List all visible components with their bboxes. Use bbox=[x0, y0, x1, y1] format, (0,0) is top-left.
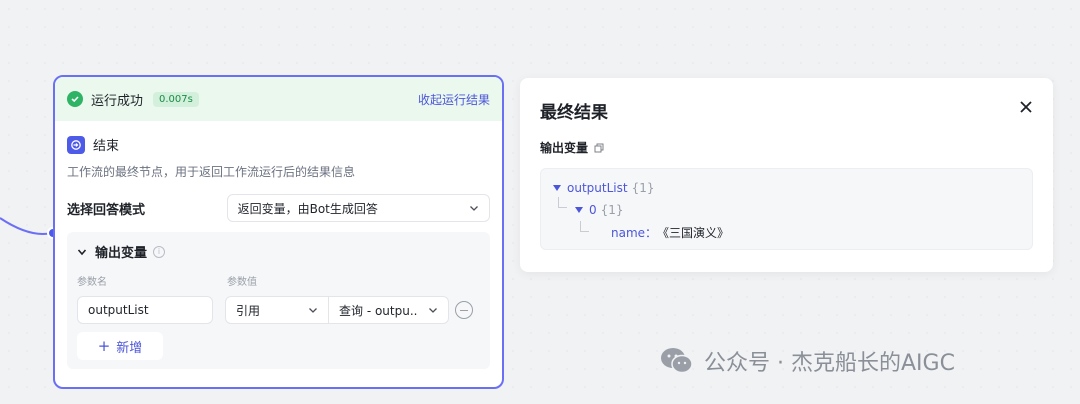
param-name-input[interactable]: outputList bbox=[77, 296, 213, 324]
ref-type-select[interactable]: 引用 bbox=[225, 296, 329, 324]
output-variables-panel: 输出变量 i 参数名 参数值 outputList 引用 查询 - outpu.… bbox=[67, 232, 490, 369]
tree-root-count: {1} bbox=[631, 181, 655, 195]
node-title: 结束 bbox=[93, 139, 120, 154]
tree-root-key: outputList bbox=[567, 181, 628, 195]
tree-child-key: 0 bbox=[589, 203, 597, 217]
chevron-down-icon bbox=[309, 308, 317, 313]
tree-node-root[interactable]: outputList {1} bbox=[553, 177, 1020, 199]
end-node-icon bbox=[67, 135, 85, 154]
copy-icon[interactable] bbox=[594, 143, 604, 153]
tree-leaf-value: 《三国演义》 bbox=[657, 225, 730, 240]
chevron-down-icon bbox=[470, 206, 478, 211]
tree-child-count: {1} bbox=[600, 203, 624, 217]
answer-mode-select[interactable]: 返回变量，由Bot生成回答 bbox=[226, 194, 490, 222]
node-header: 结束 bbox=[55, 121, 502, 154]
watermark: 公众号 · 杰克船长的AIGC bbox=[660, 345, 955, 377]
triangle-down-icon bbox=[575, 207, 583, 213]
ref-type-value: 引用 bbox=[236, 303, 261, 318]
collapse-results-link[interactable]: 收起运行结果 bbox=[418, 91, 490, 108]
remove-param-button[interactable] bbox=[455, 301, 473, 319]
final-result-panel: 最终结果 输出变量 outputList {1} 0 {1} name： 《三国… bbox=[520, 78, 1053, 272]
param-row: outputList 引用 查询 - outpu.. bbox=[77, 296, 480, 324]
close-icon[interactable] bbox=[1019, 100, 1033, 114]
triangle-down-icon bbox=[553, 185, 561, 191]
json-tree-view: outputList {1} 0 {1} name： 《三国演义》 bbox=[540, 168, 1033, 250]
param-column-headers: 参数名 参数值 bbox=[77, 273, 480, 288]
run-status-bar: 运行成功 0.007s 收起运行结果 bbox=[55, 77, 502, 121]
node-description: 工作流的最终节点，用于返回工作流运行后的结果信息 bbox=[67, 165, 356, 179]
col-param-name: 参数名 bbox=[77, 277, 107, 288]
col-param-value: 参数值 bbox=[227, 277, 257, 288]
answer-mode-row: 选择回答模式 返回变量，由Bot生成回答 bbox=[55, 180, 502, 222]
watermark-text: 公众号 · 杰克船长的AIGC bbox=[704, 351, 955, 376]
output-variables-title: 输出变量 bbox=[95, 246, 148, 261]
add-param-button[interactable]: + 新增 bbox=[77, 332, 163, 360]
chevron-down-icon bbox=[429, 308, 437, 313]
tree-node-leaf: name： 《三国演义》 bbox=[553, 221, 1020, 243]
plus-icon: + bbox=[97, 337, 111, 355]
tree-node-child[interactable]: 0 {1} bbox=[553, 199, 1020, 221]
success-check-icon bbox=[67, 91, 83, 107]
output-variables-header[interactable]: 输出变量 i bbox=[77, 242, 480, 261]
ref-value-select[interactable]: 查询 - outpu.. bbox=[329, 296, 449, 324]
wechat-icon bbox=[661, 348, 693, 374]
result-output-label-row: 输出变量 bbox=[540, 139, 1033, 156]
run-status-text: 运行成功 bbox=[91, 93, 144, 109]
tree-guide-line bbox=[580, 221, 589, 232]
result-output-label: 输出变量 bbox=[540, 141, 589, 155]
info-icon[interactable]: i bbox=[153, 245, 166, 258]
end-node-card[interactable]: 运行成功 0.007s 收起运行结果 结束 工作流的最终节点，用于返回工作流运行… bbox=[53, 75, 504, 389]
result-title: 最终结果 bbox=[540, 103, 608, 123]
caret-down-icon bbox=[77, 248, 87, 255]
answer-mode-label: 选择回答模式 bbox=[67, 202, 146, 218]
duration-badge: 0.007s bbox=[153, 91, 199, 107]
tree-guide-line bbox=[558, 197, 567, 208]
add-param-label: 新增 bbox=[116, 340, 143, 356]
answer-mode-value: 返回变量，由Bot生成回答 bbox=[237, 201, 378, 216]
minus-icon bbox=[460, 309, 468, 311]
ref-value-text: 查询 - outpu.. bbox=[339, 303, 418, 318]
tree-leaf-key: name： bbox=[611, 225, 658, 240]
